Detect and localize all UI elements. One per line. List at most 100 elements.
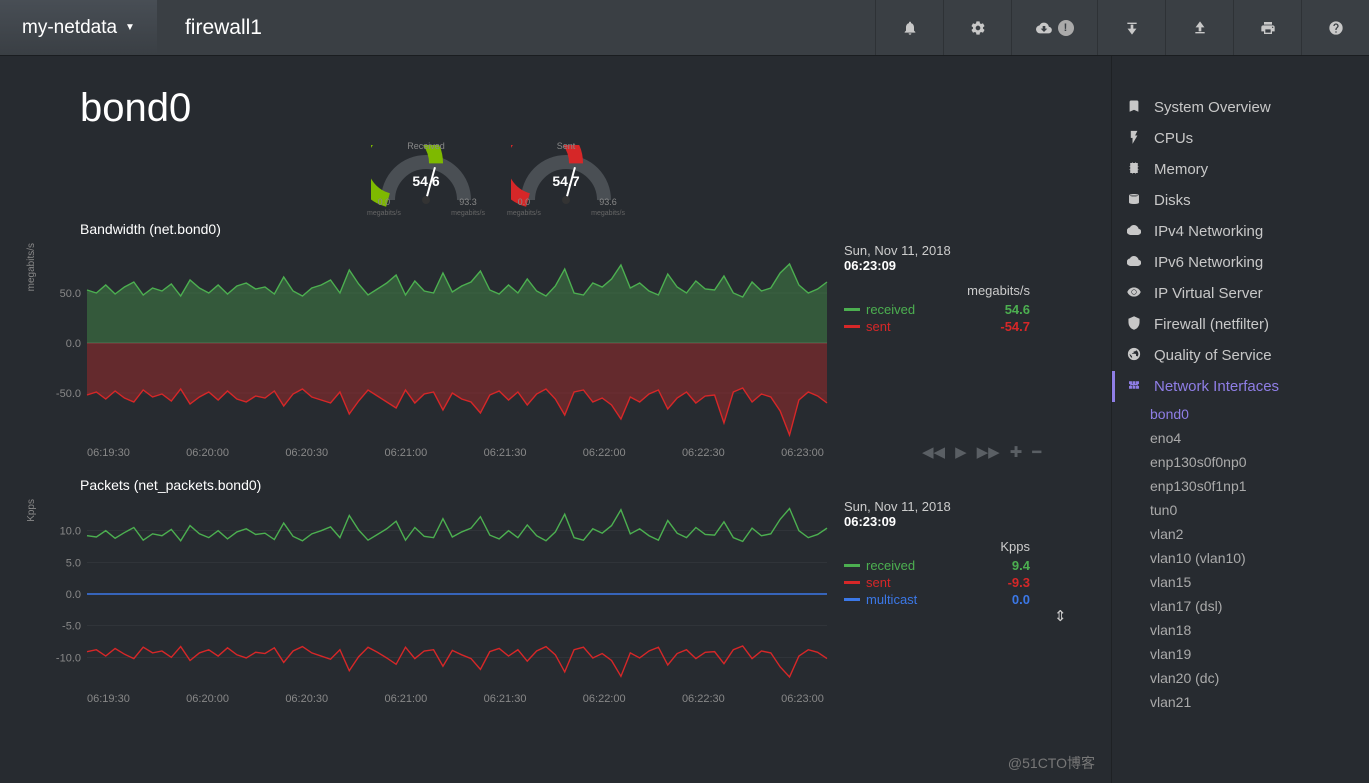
nav-sub-item[interactable]: vlan15 (1112, 570, 1369, 594)
legend-swatch (844, 581, 860, 584)
rewind-icon[interactable]: ◀◀ (922, 443, 945, 461)
cloud-button[interactable]: ! (1011, 0, 1097, 55)
nav-sub-item[interactable]: enp130s0f1np1 (1112, 474, 1369, 498)
chart-canvas[interactable]: 10.05.00.0-5.0-10.0 (52, 499, 832, 689)
nav-sub-item[interactable]: vlan19 (1112, 642, 1369, 666)
svg-text:50.0: 50.0 (60, 288, 81, 300)
resize-icon[interactable]: ⇕ (1054, 607, 1067, 625)
shield-icon (1126, 316, 1142, 333)
chart-canvas[interactable]: 50.00.0-50.0 (52, 243, 832, 443)
legend-unit: megabits/s (844, 283, 1030, 298)
chart-controls: ⇕ (1054, 607, 1067, 625)
upload-icon (1192, 20, 1208, 36)
chart-title: Bandwidth (net.bond0) (80, 221, 1111, 237)
nav-label: Quality of Service (1154, 347, 1272, 364)
chip-icon (1126, 161, 1142, 178)
nav-label: IPv6 Networking (1154, 254, 1263, 271)
svg-text:-5.0: -5.0 (62, 621, 81, 633)
legend-swatch (844, 598, 860, 601)
legend-name: sent (866, 575, 1002, 590)
legend-swatch (844, 308, 860, 311)
host-label: firewall1 (157, 16, 290, 40)
legend-value: 9.4 (1012, 558, 1030, 573)
nav-sub-item[interactable]: bond0 (1112, 402, 1369, 426)
legend-value: -9.3 (1008, 575, 1030, 590)
legend-row[interactable]: received 54.6 (844, 302, 1030, 317)
forward-icon[interactable]: ▶▶ (977, 443, 1000, 461)
nav-item-ipv4-networking[interactable]: IPv4 Networking (1112, 216, 1369, 247)
legend-row[interactable]: multicast 0.0 (844, 592, 1030, 607)
legend-name: received (866, 302, 999, 317)
x-tick: 06:19:30 (87, 447, 130, 459)
gauge-min: 0.0megabits/s (367, 197, 401, 217)
nav-sub-item[interactable]: vlan18 (1112, 618, 1369, 642)
x-tick: 06:21:30 (484, 447, 527, 459)
svg-text:10.0: 10.0 (60, 526, 81, 538)
nav-item-disks[interactable]: Disks (1112, 185, 1369, 216)
nav-sub-item[interactable]: vlan21 (1112, 690, 1369, 714)
x-tick: 06:22:00 (583, 693, 626, 705)
nav-sub-item[interactable]: enp130s0f0np0 (1112, 450, 1369, 474)
nav-item-ipv6-networking[interactable]: IPv6 Networking (1112, 247, 1369, 278)
x-tick: 06:22:30 (682, 693, 725, 705)
gauge-title: Sent (511, 141, 621, 151)
legend-row[interactable]: received 9.4 (844, 558, 1030, 573)
x-tick: 06:20:30 (285, 447, 328, 459)
nav-sub-item[interactable]: vlan10 (vlan10) (1112, 546, 1369, 570)
help-button[interactable] (1301, 0, 1369, 55)
nav-item-network-interfaces[interactable]: Network Interfaces (1112, 371, 1369, 402)
cloud-icon (1126, 223, 1142, 240)
legend-name: multicast (866, 592, 1006, 607)
cloud-icon (1126, 254, 1142, 271)
main-content: bond0 Received 54.6 0.0megabits/s 93.3me… (0, 56, 1111, 783)
gauge-max: 93.3megabits/s (451, 197, 485, 217)
play-icon[interactable]: ▶ (955, 443, 967, 461)
globe-icon (1126, 347, 1142, 364)
nav-sub-item[interactable]: vlan2 (1112, 522, 1369, 546)
legend-row[interactable]: sent -9.3 (844, 575, 1030, 590)
bell-icon (902, 20, 918, 36)
bookmark-icon (1126, 99, 1142, 116)
legend-name: sent (866, 319, 994, 334)
svg-text:0.0: 0.0 (66, 338, 81, 350)
nav-label: System Overview (1154, 99, 1271, 116)
legend-name: received (866, 558, 1006, 573)
nav-sub-item[interactable]: tun0 (1112, 498, 1369, 522)
nav-item-memory[interactable]: Memory (1112, 154, 1369, 185)
navbar: my-netdata ▼ firewall1 ! (0, 0, 1369, 56)
nav-sub-item[interactable]: vlan20 (dc) (1112, 666, 1369, 690)
legend-date: Sun, Nov 11, 2018 (844, 243, 1030, 258)
x-tick: 06:19:30 (87, 693, 130, 705)
nav-item-firewall-netfilter-[interactable]: Firewall (netfilter) (1112, 309, 1369, 340)
x-tick: 06:21:30 (484, 693, 527, 705)
brand-dropdown[interactable]: my-netdata ▼ (0, 0, 157, 55)
y-axis-label: Kpps (26, 499, 52, 592)
nav-label: Memory (1154, 161, 1208, 178)
nav-item-ip-virtual-server[interactable]: IP Virtual Server (1112, 278, 1369, 309)
alert-badge-icon: ! (1058, 20, 1074, 36)
nav-item-cpus[interactable]: CPUs (1112, 123, 1369, 154)
nav-label: Firewall (netfilter) (1154, 316, 1269, 333)
download-icon (1124, 20, 1140, 36)
chart-1: Packets (net_packets.bond0) Kpps 10.05.0… (26, 477, 1111, 705)
gauge-received: Received 54.6 0.0megabits/s 93.3megabits… (371, 145, 481, 215)
download-button[interactable] (1097, 0, 1165, 55)
alarms-button[interactable] (875, 0, 943, 55)
print-icon (1260, 20, 1276, 36)
svg-text:5.0: 5.0 (66, 557, 81, 569)
upload-button[interactable] (1165, 0, 1233, 55)
gear-icon (970, 20, 986, 36)
zoom-out-icon[interactable]: ━ (1032, 443, 1041, 461)
nav-sub-item[interactable]: vlan17 (dsl) (1112, 594, 1369, 618)
zoom-in-icon[interactable]: ✚ (1010, 443, 1023, 461)
nav-item-quality-of-service[interactable]: Quality of Service (1112, 340, 1369, 371)
nav-item-system-overview[interactable]: System Overview (1112, 92, 1369, 123)
print-button[interactable] (1233, 0, 1301, 55)
disk-icon (1126, 192, 1142, 209)
nav-sub-item[interactable]: eno4 (1112, 426, 1369, 450)
x-tick: 06:22:30 (682, 447, 725, 459)
legend-row[interactable]: sent -54.7 (844, 319, 1030, 334)
settings-button[interactable] (943, 0, 1011, 55)
brand-label: my-netdata (22, 17, 117, 39)
chart-legend: Sun, Nov 11, 2018 06:23:09 Kpps received… (832, 499, 1030, 609)
